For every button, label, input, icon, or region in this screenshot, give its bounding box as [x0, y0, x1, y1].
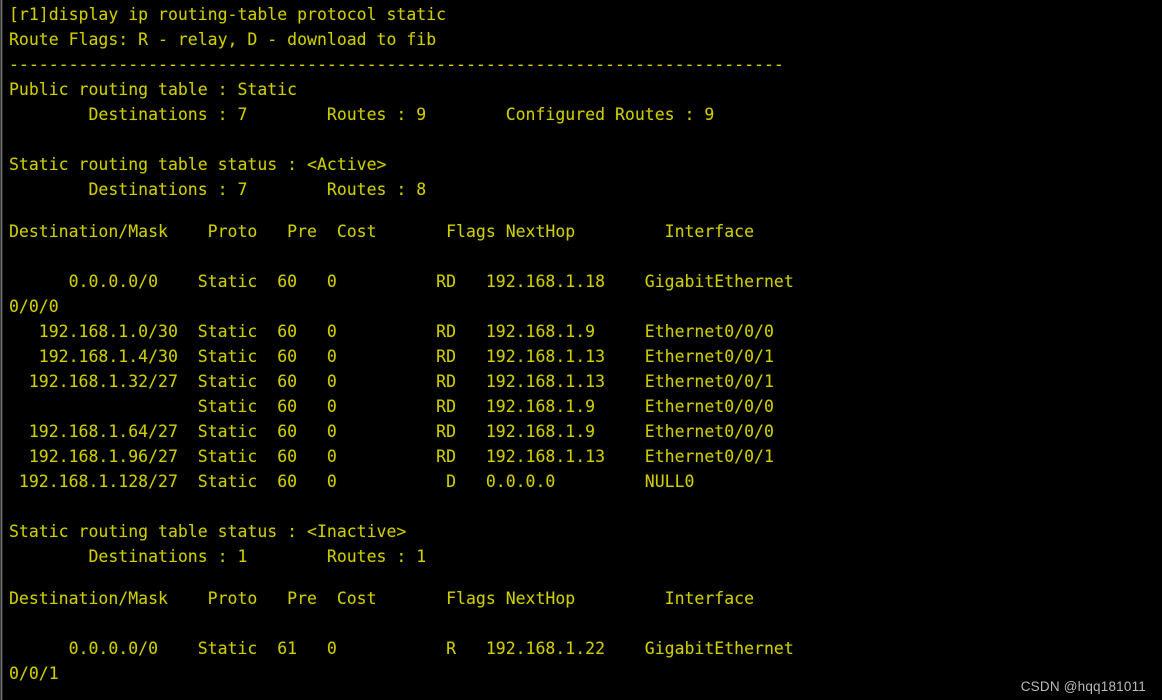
table-row: 0.0.0.0/0 Static 60 0 RD 192.168.1.18 Gi…: [9, 272, 794, 291]
table-row: 192.168.1.4/30 Static 60 0 RD 192.168.1.…: [9, 347, 774, 366]
public-routing-table-summary: Destinations : 7 Routes : 9 Configured R…: [9, 105, 715, 124]
table-row: 192.168.1.64/27 Static 60 0 RD 192.168.1…: [9, 422, 774, 441]
active-table-summary: Destinations : 7 Routes : 8: [9, 180, 427, 199]
table-row: 0.0.0.0/0 Static 61 0 R 192.168.1.22 Gig…: [9, 639, 794, 658]
active-table-status: Static routing table status : <Active>: [9, 155, 387, 174]
command-prompt-line: [r1]display ip routing-table protocol st…: [9, 5, 447, 24]
separator-rule: ----------------------------------------…: [9, 55, 784, 74]
active-table-column-header: Destination/Mask Proto Pre Cost Flags Ne…: [9, 222, 755, 241]
inactive-table-column-header: Destination/Mask Proto Pre Cost Flags Ne…: [9, 589, 755, 608]
table-row: 192.168.1.32/27 Static 60 0 RD 192.168.1…: [9, 372, 774, 391]
table-row-continuation: 0/0/0: [9, 297, 59, 316]
public-routing-table-title: Public routing table : Static: [9, 80, 298, 99]
terminal-screen[interactable]: [r1]display ip routing-table protocol st…: [4, 0, 1162, 700]
table-row: 192.168.1.96/27 Static 60 0 RD 192.168.1…: [9, 447, 774, 466]
csdn-watermark: CSDN @hqq181011: [1020, 679, 1146, 694]
inactive-table-summary: Destinations : 1 Routes : 1: [9, 547, 427, 566]
table-row: 192.168.1.128/27 Static 60 0 D 0.0.0.0 N…: [9, 472, 695, 491]
terminal-window: [r1]display ip routing-table protocol st…: [0, 0, 1162, 700]
table-row: Static 60 0 RD 192.168.1.9 Ethernet0/0/0: [9, 397, 774, 416]
table-row: 192.168.1.0/30 Static 60 0 RD 192.168.1.…: [9, 322, 774, 341]
inactive-table-status: Static routing table status : <Inactive>: [9, 522, 407, 541]
table-row-continuation: 0/0/1: [9, 664, 59, 683]
route-flags-legend: Route Flags: R - relay, D - download to …: [9, 30, 437, 49]
